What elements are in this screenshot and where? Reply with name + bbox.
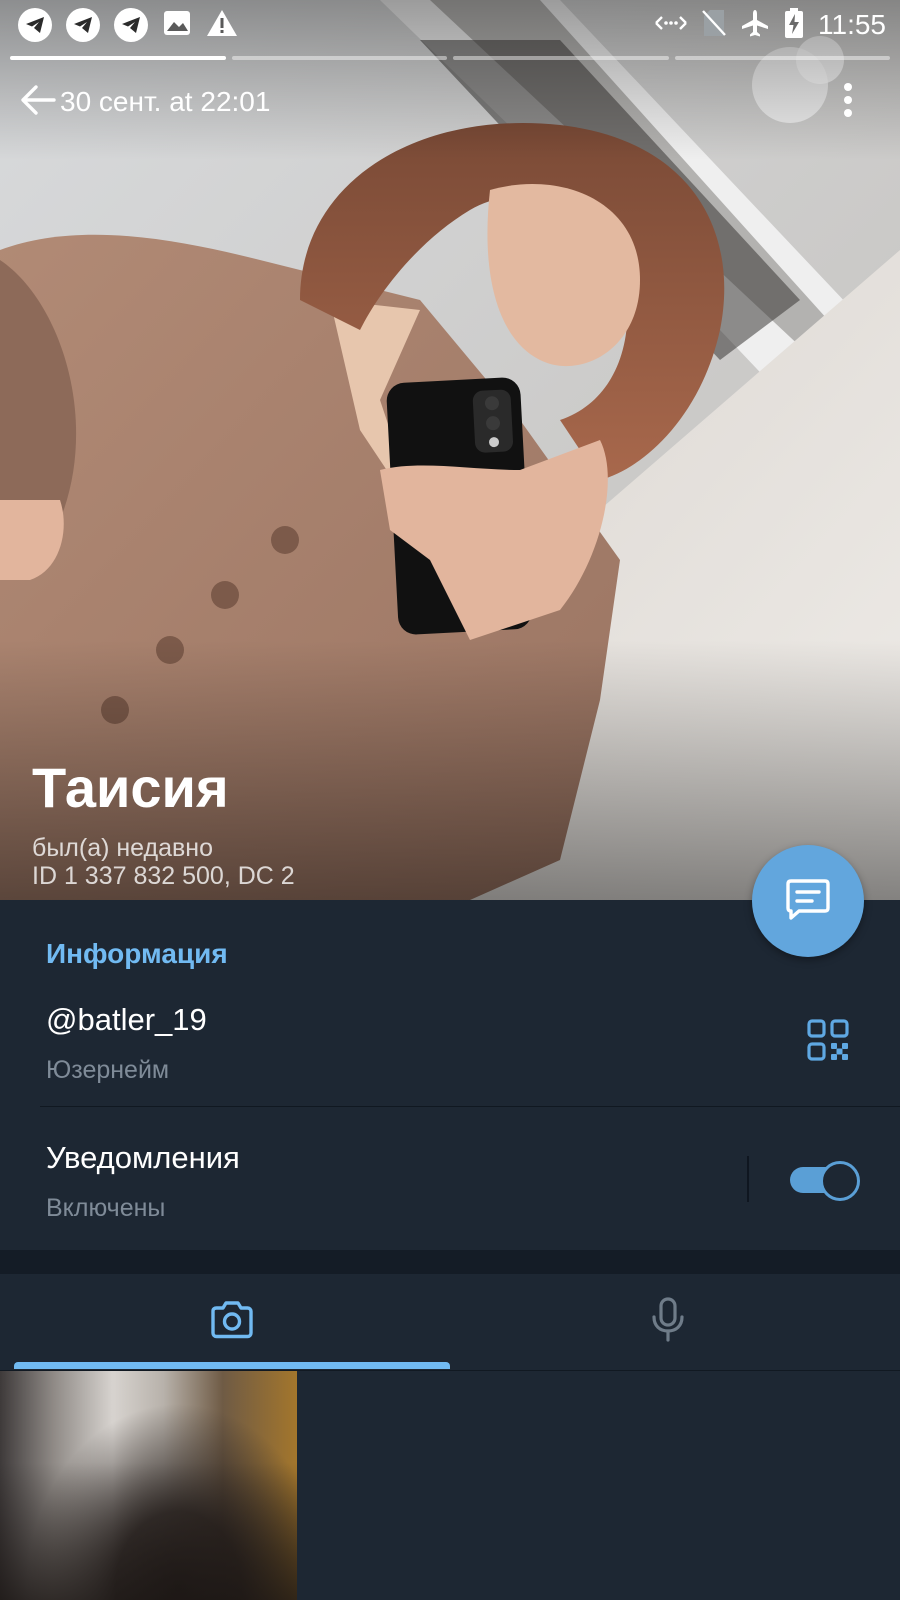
profile-name: Таисия bbox=[32, 756, 229, 819]
tab-voice[interactable] bbox=[450, 1274, 886, 1370]
toggle-knob bbox=[820, 1161, 860, 1201]
story-segment bbox=[10, 56, 226, 60]
section-title: Информация bbox=[46, 938, 228, 969]
username-label: Юзернейм bbox=[46, 1056, 170, 1084]
send-message-button[interactable] bbox=[752, 845, 864, 957]
last-seen-status: был(а) недавно bbox=[32, 834, 214, 862]
user-id: ID 1 337 832 500, DC 2 bbox=[32, 862, 295, 890]
story-segment bbox=[674, 56, 890, 60]
arrow-left-icon bbox=[20, 84, 56, 121]
microphone-icon bbox=[650, 1296, 686, 1348]
notification-icons bbox=[18, 8, 238, 43]
camera-icon bbox=[209, 1300, 255, 1345]
status-bar: 11:55 bbox=[0, 0, 900, 50]
message-icon bbox=[785, 877, 831, 926]
media-thumbnail[interactable] bbox=[0, 1371, 297, 1600]
notifications-toggle[interactable] bbox=[790, 1160, 860, 1201]
section-separator bbox=[0, 1250, 900, 1274]
system-icons: 11:55 bbox=[654, 7, 886, 44]
more-vert-icon bbox=[843, 82, 853, 123]
row-divider bbox=[40, 1106, 900, 1107]
telegram-icon bbox=[18, 8, 52, 42]
battery-charging-icon bbox=[784, 7, 804, 44]
active-tab-indicator bbox=[14, 1362, 450, 1369]
status-time: 11:55 bbox=[818, 9, 886, 40]
top-app-bar: 30 сент. at 22:01 bbox=[0, 74, 900, 130]
media-tabs bbox=[0, 1274, 900, 1371]
story-segment bbox=[453, 56, 669, 60]
info-section: Информация @batler_19 Юзернейм Уведомлен… bbox=[0, 900, 900, 1250]
vertical-separator bbox=[747, 1156, 749, 1202]
story-segment bbox=[231, 56, 447, 60]
telegram-icon bbox=[66, 8, 100, 42]
qr-code-icon bbox=[806, 1019, 850, 1066]
data-arrows-icon bbox=[654, 12, 688, 39]
image-icon bbox=[162, 8, 192, 43]
notifications-status: Включены bbox=[46, 1194, 166, 1222]
warning-icon bbox=[206, 8, 238, 43]
more-options-button[interactable] bbox=[836, 80, 860, 124]
thumbnail-overlay bbox=[0, 1371, 297, 1600]
no-sim-icon bbox=[702, 8, 726, 43]
story-progress-bar bbox=[10, 56, 890, 60]
back-button[interactable] bbox=[0, 74, 60, 130]
photo-date: 30 сент. at 22:01 bbox=[60, 86, 271, 117]
tab-photos[interactable] bbox=[14, 1274, 450, 1370]
notifications-label: Уведомления bbox=[46, 1140, 240, 1175]
qr-code-button[interactable] bbox=[806, 1018, 850, 1062]
airplane-icon bbox=[740, 8, 770, 43]
username-value: @batler_19 bbox=[46, 1002, 207, 1037]
telegram-icon bbox=[114, 8, 148, 42]
